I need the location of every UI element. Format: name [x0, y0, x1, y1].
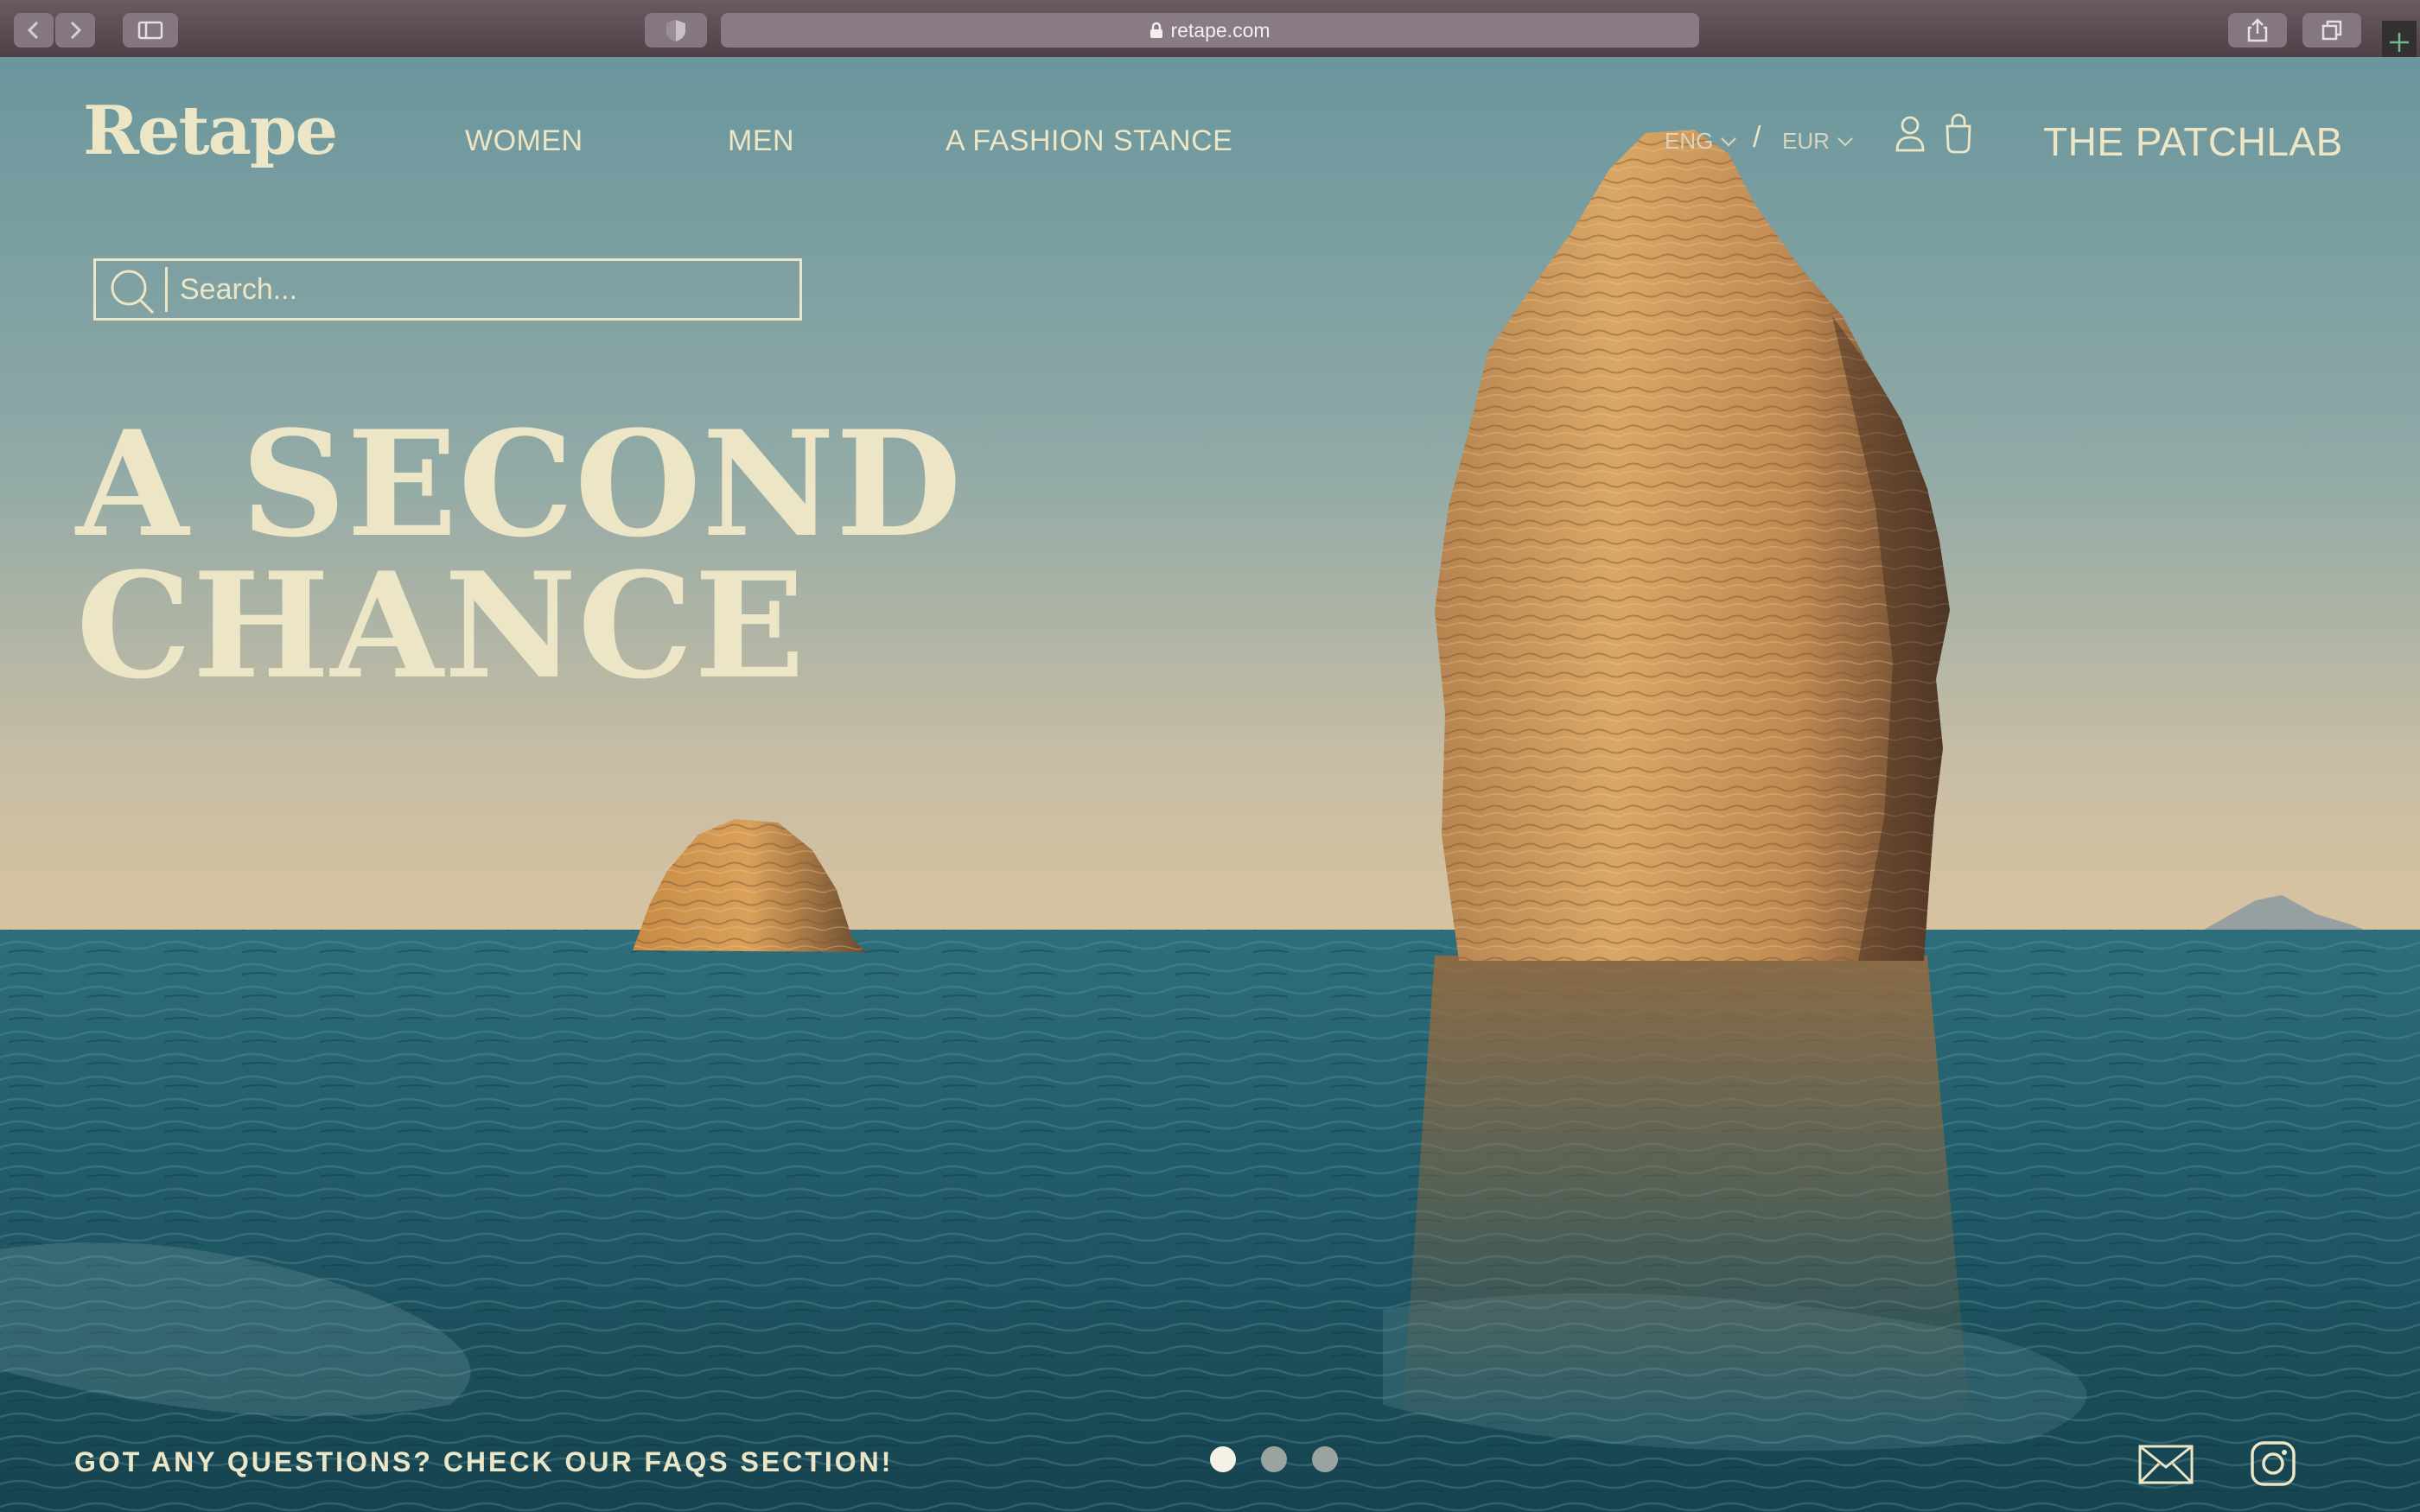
lock-icon — [1150, 22, 1163, 38]
chevron-down-icon — [1721, 137, 1737, 147]
language-selector[interactable]: ENG — [1665, 128, 1737, 155]
instagram-icon — [2251, 1441, 2296, 1486]
shield-icon — [666, 20, 685, 41]
search-input[interactable] — [168, 272, 767, 307]
share-icon — [2247, 18, 2268, 42]
the-patchlab-link[interactable]: THE PATCHLAB — [2043, 118, 2343, 165]
browser-toolbar: retape.com — [0, 0, 2420, 58]
address-bar[interactable]: retape.com — [721, 13, 1699, 48]
forward-arrow-icon — [70, 21, 82, 40]
carousel-dot-2[interactable] — [1261, 1446, 1287, 1472]
instagram-button[interactable] — [2251, 1441, 2296, 1490]
sidebar-button[interactable] — [123, 13, 178, 48]
shopping-bag-icon — [1946, 113, 1971, 154]
carousel-dot-3[interactable] — [1312, 1446, 1338, 1472]
carousel-dot-1[interactable] — [1210, 1446, 1236, 1472]
user-icon — [1895, 116, 1925, 152]
cart-button[interactable] — [1943, 112, 1974, 160]
nav-women[interactable]: WOMEN — [465, 124, 583, 158]
search-box[interactable] — [93, 258, 802, 321]
privacy-button[interactable] — [645, 13, 707, 48]
headline-line-2: CHANCE — [76, 540, 806, 711]
share-button[interactable] — [2228, 13, 2287, 48]
selector-separator: / — [1753, 121, 1761, 154]
new-tab-button[interactable] — [2382, 21, 2417, 57]
forward-button[interactable] — [55, 13, 95, 48]
email-button[interactable] — [2138, 1445, 2194, 1489]
headline-line-1: A SECOND — [76, 398, 963, 569]
url-text: retape.com — [1170, 18, 1270, 41]
tabs-icon — [2321, 20, 2342, 41]
currency-selector[interactable]: EUR — [1782, 128, 1854, 155]
mail-icon — [2138, 1445, 2194, 1484]
nav-men[interactable]: MEN — [728, 124, 794, 158]
currency-value: EUR — [1782, 128, 1830, 154]
language-value: ENG — [1665, 128, 1714, 154]
nav-a-fashion-stance[interactable]: A FASHION STANCE — [946, 124, 1232, 158]
logo[interactable]: Retape — [83, 92, 338, 170]
chevron-down-icon — [1837, 137, 1853, 147]
tabs-button[interactable] — [2302, 13, 2361, 48]
back-button[interactable] — [14, 13, 54, 48]
new-tab-icon — [2390, 33, 2409, 52]
faq-link[interactable]: GOT ANY QUESTIONS? CHECK OUR FAQS SECTIO… — [74, 1446, 893, 1478]
search-icon — [111, 270, 155, 314]
hero-headline: A SECOND CHANCE — [76, 398, 963, 711]
back-arrow-icon — [27, 21, 39, 40]
sidebar-icon — [137, 21, 163, 40]
account-button[interactable] — [1895, 114, 1926, 160]
